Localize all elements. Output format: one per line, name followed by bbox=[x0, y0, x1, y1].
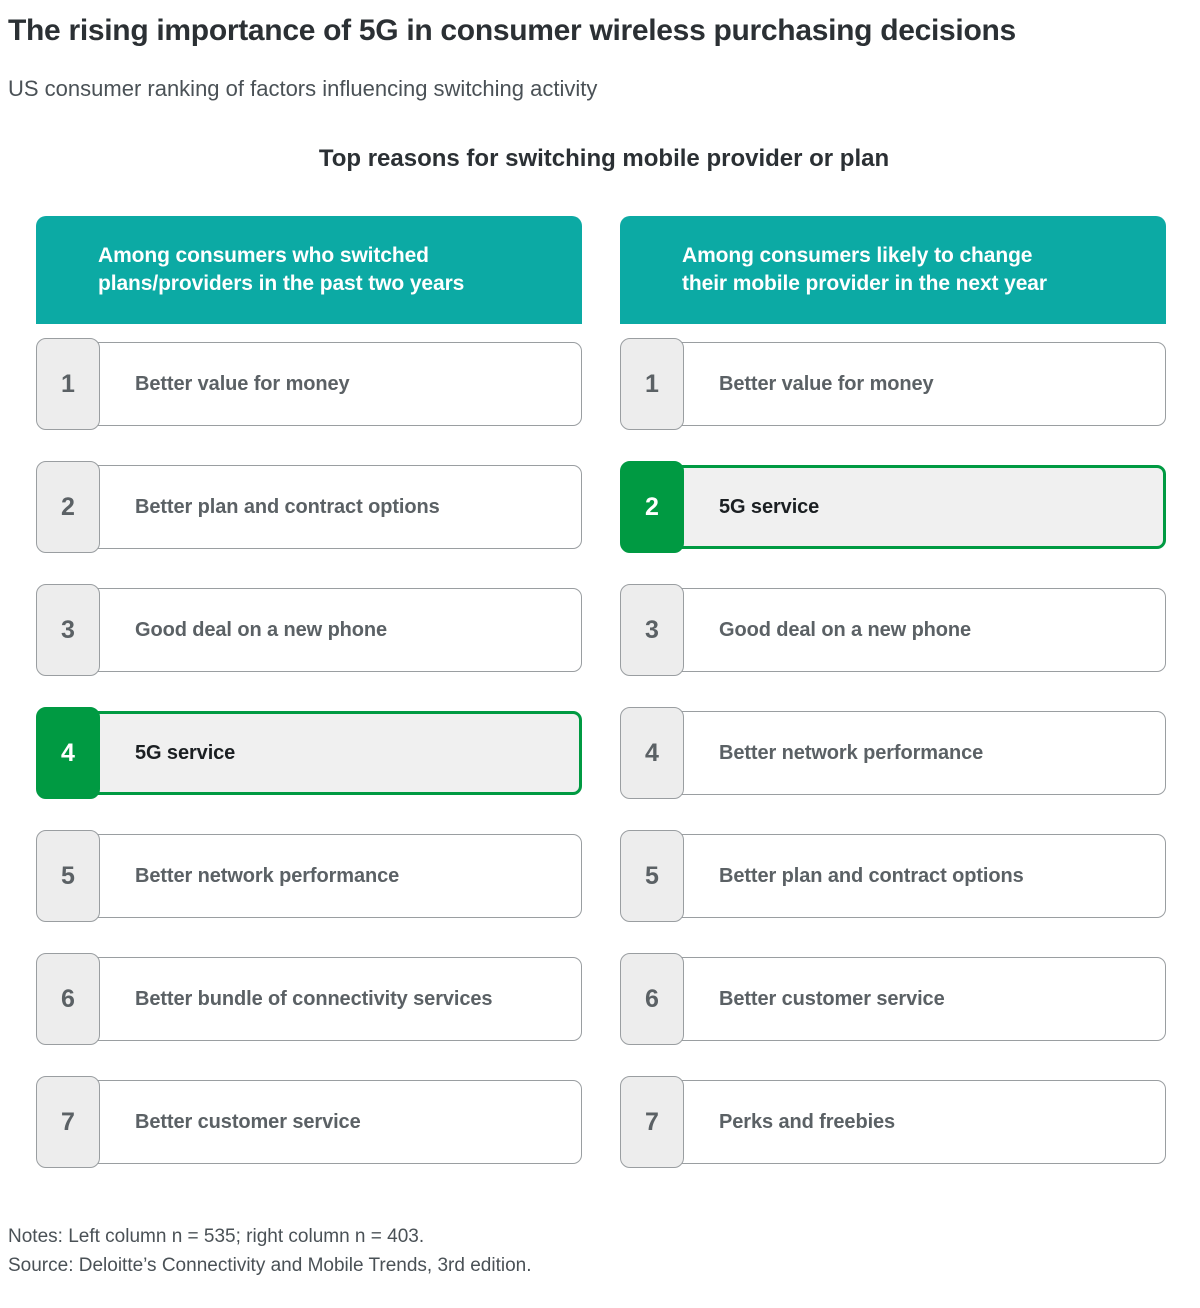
rank-number: 3 bbox=[620, 584, 684, 676]
ranking-row[interactable]: 4 Better network performance bbox=[620, 707, 1166, 799]
rank-number: 4 bbox=[620, 707, 684, 799]
rank-label: Good deal on a new phone bbox=[135, 618, 388, 641]
rank-number: 1 bbox=[36, 338, 100, 430]
ranking-row[interactable]: 3 Good deal on a new phone bbox=[36, 584, 582, 676]
ranking-row[interactable]: 1 Better value for money bbox=[36, 338, 582, 430]
rank-body: Better value for money bbox=[648, 342, 1166, 426]
column-header-left-text: Among consumers who switched plans/provi… bbox=[98, 242, 464, 298]
rank-number: 1 bbox=[620, 338, 684, 430]
footnotes: Notes: Left column n = 535; right column… bbox=[8, 1222, 531, 1281]
rank-body: Better network performance bbox=[64, 834, 582, 918]
rank-body: 5G service bbox=[64, 711, 582, 795]
rank-number: 7 bbox=[620, 1076, 684, 1168]
rank-label: Good deal on a new phone bbox=[719, 618, 972, 641]
rank-number: 2 bbox=[36, 461, 100, 553]
rank-body: Better plan and contract options bbox=[648, 834, 1166, 918]
footnote-source: Source: Deloitte’s Connectivity and Mobi… bbox=[8, 1255, 532, 1277]
footnote-notes: Notes: Left column n = 535; right column… bbox=[8, 1226, 425, 1247]
rank-body: Better customer service bbox=[64, 1080, 582, 1164]
ranking-rows-left: 1 Better value for money 2 Better plan a… bbox=[36, 338, 582, 1168]
rank-number: 3 bbox=[36, 584, 100, 676]
ranking-rows-right: 1 Better value for money 2 5G service 3 … bbox=[620, 338, 1166, 1168]
column-header-left-line1: Among consumers who switched bbox=[98, 243, 429, 267]
ranking-row-highlighted[interactable]: 4 5G service bbox=[36, 707, 582, 799]
column-header-right: Among consumers likely to change their m… bbox=[620, 216, 1166, 324]
rank-number: 5 bbox=[36, 830, 100, 922]
rank-label: Better bundle of connectivity services bbox=[135, 987, 493, 1010]
ranking-column-left: Among consumers who switched plans/provi… bbox=[36, 216, 582, 1168]
chart-title: Top reasons for switching mobile provide… bbox=[0, 145, 1200, 173]
ranking-row[interactable]: 7 Perks and freebies bbox=[620, 1076, 1166, 1168]
ranking-row[interactable]: 5 Better network performance bbox=[36, 830, 582, 922]
ranking-row-highlighted[interactable]: 2 5G service bbox=[620, 461, 1166, 553]
rank-number: 6 bbox=[36, 953, 100, 1045]
rank-label: Better value for money bbox=[719, 372, 934, 395]
ranking-row[interactable]: 3 Good deal on a new phone bbox=[620, 584, 1166, 676]
rank-label: Perks and freebies bbox=[719, 1110, 896, 1133]
page-subtitle: US consumer ranking of factors influenci… bbox=[8, 76, 598, 101]
column-header-right-text: Among consumers likely to change their m… bbox=[682, 242, 1047, 298]
rank-number: 2 bbox=[620, 461, 684, 553]
page-title: The rising importance of 5G in consumer … bbox=[8, 14, 1016, 47]
rank-number: 6 bbox=[620, 953, 684, 1045]
rank-body: Better customer service bbox=[648, 957, 1166, 1041]
rank-label: Better plan and contract options bbox=[719, 864, 1024, 887]
rank-body: Better value for money bbox=[64, 342, 582, 426]
rank-body: Better plan and contract options bbox=[64, 465, 582, 549]
rank-label: Better network performance bbox=[719, 741, 984, 764]
rank-label: Better customer service bbox=[719, 987, 945, 1010]
ranking-row[interactable]: 1 Better value for money bbox=[620, 338, 1166, 430]
ranking-row[interactable]: 5 Better plan and contract options bbox=[620, 830, 1166, 922]
column-header-right-line1: Among consumers likely to change bbox=[682, 243, 1033, 267]
rank-body: Perks and freebies bbox=[648, 1080, 1166, 1164]
rank-body: Good deal on a new phone bbox=[64, 588, 582, 672]
column-header-right-line2: their mobile provider in the next year bbox=[682, 272, 1047, 295]
ranking-row[interactable]: 2 Better plan and contract options bbox=[36, 461, 582, 553]
rank-body: Better network performance bbox=[648, 711, 1166, 795]
rank-body: Better bundle of connectivity services bbox=[64, 957, 582, 1041]
rank-number: 7 bbox=[36, 1076, 100, 1168]
column-header-left-line2: plans/providers in the past two years bbox=[98, 272, 465, 295]
chart-title-text: Top reasons for switching mobile provide… bbox=[318, 145, 890, 172]
rank-label: Better value for money bbox=[135, 372, 350, 395]
ranking-column-right: Among consumers likely to change their m… bbox=[620, 216, 1166, 1168]
rank-number: 4 bbox=[36, 707, 100, 799]
rank-label: 5G service bbox=[135, 741, 236, 764]
rank-label: Better network performance bbox=[135, 864, 400, 887]
rank-body: 5G service bbox=[648, 465, 1166, 549]
rank-body: Good deal on a new phone bbox=[648, 588, 1166, 672]
rank-label: Better plan and contract options bbox=[135, 495, 440, 518]
rank-label: 5G service bbox=[719, 495, 820, 518]
rank-number: 5 bbox=[620, 830, 684, 922]
column-header-left: Among consumers who switched plans/provi… bbox=[36, 216, 582, 324]
ranking-row[interactable]: 6 Better bundle of connectivity services bbox=[36, 953, 582, 1045]
ranking-row[interactable]: 7 Better customer service bbox=[36, 1076, 582, 1168]
rank-label: Better customer service bbox=[135, 1110, 361, 1133]
ranking-row[interactable]: 6 Better customer service bbox=[620, 953, 1166, 1045]
